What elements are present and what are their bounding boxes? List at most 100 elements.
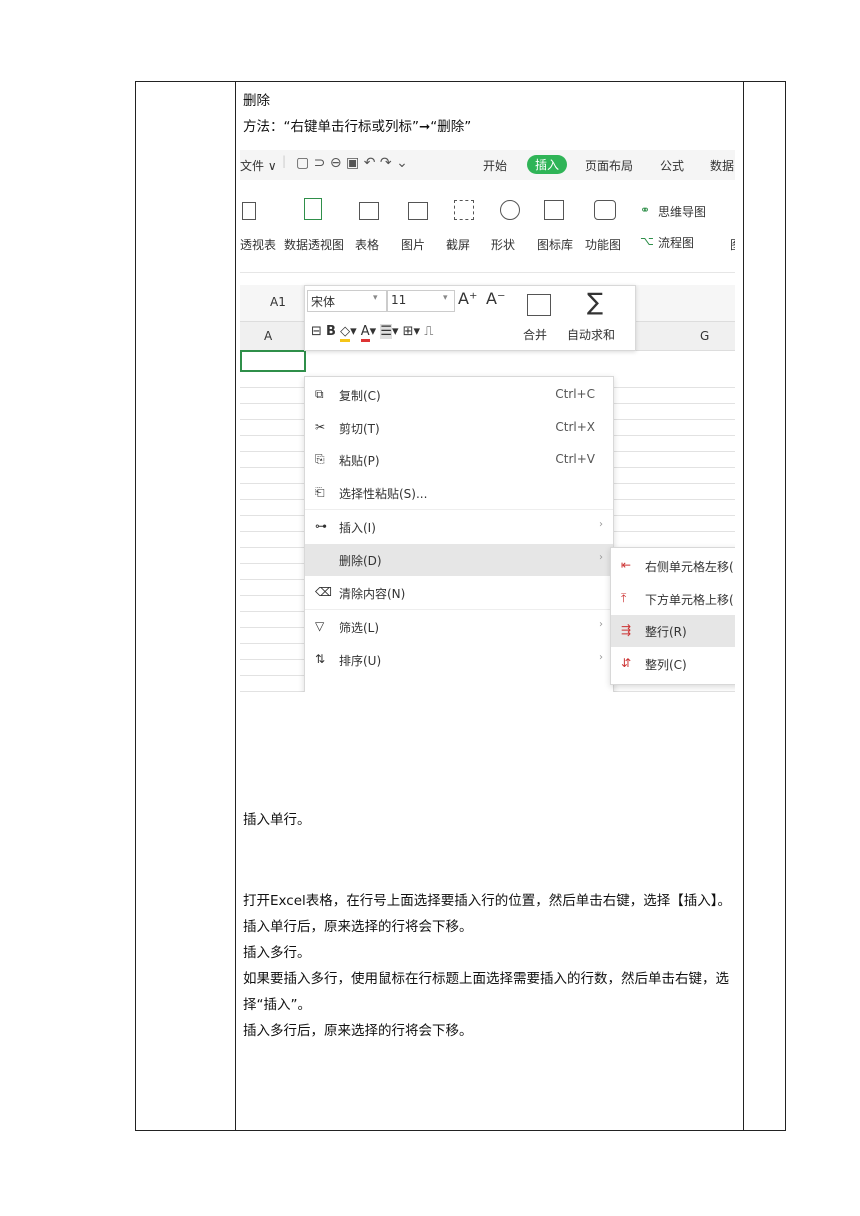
section-heading: 删除 [243, 93, 270, 109]
submenu-item-label: 下方单元格上移( [645, 593, 734, 607]
shapes-icon [500, 200, 520, 220]
btn-picture[interactable]: 图片 [401, 236, 425, 253]
column-a-header[interactable]: A [264, 329, 272, 343]
menu-item-delete[interactable]: 删除(D) › [305, 544, 613, 576]
paragraph-after-insert-multiple: 插入多行后，原来选择的行将会下移。 [243, 1023, 473, 1039]
submenu-arrow-icon: › [599, 519, 603, 530]
btn-pivot-table[interactable]: 透视表 [240, 236, 276, 253]
autosum-icon: ∑ [587, 288, 604, 316]
context-menu: ⧉ 复制(C) Ctrl+C ✂ 剪切(T) Ctrl+X ⎘ 粘贴(P) Ct… [304, 376, 614, 692]
format-buttons-row[interactable]: ⊟ B ◇▾ A▾ ☰▾ ⊞▾ ⎍ [311, 324, 433, 342]
body-text-2: 打开Excel表格，在行号上面选择要插入行的位置，然后单击右键，选择【插入】。 … [243, 888, 738, 1044]
menu-item-shortcut: Ctrl+X [555, 420, 595, 434]
btn-shapes[interactable]: 形状 [491, 236, 515, 253]
menu-item-label: 删除(D) [339, 554, 382, 568]
mindmap-icon: ⚭ [640, 203, 651, 217]
table-column-divider-1 [235, 82, 236, 1130]
top-text: 删除 方法：“右键单击行标或列标”➞“删除” [243, 88, 738, 140]
btn-extra-cut[interactable]: 图 [730, 236, 735, 253]
menu-item-label: 插入(I) [339, 521, 376, 535]
picture-icon [408, 202, 428, 220]
copy-icon: ⧉ [315, 387, 324, 401]
sort-icon: ⇅ [315, 652, 326, 666]
btn-function-chart[interactable]: 功能图 [585, 236, 621, 253]
paragraph-insert-multiple-rows: 插入多行。 [243, 945, 311, 961]
menu-item-label: 剪切(T) [339, 422, 380, 436]
paragraph-insert-single-row: 插入单行。 [243, 812, 311, 828]
font-name: 宋体 [311, 295, 336, 309]
ribbon-body [240, 182, 735, 273]
shift-up-icon: ⤒ [621, 591, 627, 605]
autosum-button[interactable]: 自动求和 [567, 326, 615, 343]
column-g-header[interactable]: G [700, 329, 709, 343]
paragraph-after-insert-single: 插入单行后，原来选择的行将会下移。 [243, 919, 473, 935]
menu-item-label: 复制(C) [339, 389, 381, 403]
btn-icon-library[interactable]: 图标库 [537, 236, 573, 253]
tab-data[interactable]: 数据 [710, 157, 734, 174]
excel-screenshot: 文件 ∨ | ▢ ⊃ ⊖ ▣ ↶ ↷ ⌄ 开始 插入 页面布局 公式 数据 透视… [240, 150, 735, 692]
menu-item-filter[interactable]: ▽ 筛选(L) › [305, 611, 613, 643]
menu-item-shortcut: Ctrl+C [555, 387, 595, 401]
menu-item-label: 粘贴(P) [339, 454, 380, 468]
submenu-arrow-icon: › [599, 652, 603, 663]
shift-left-icon: ⇤ [621, 558, 632, 572]
btn-mindmap[interactable]: 思维导图 [658, 203, 706, 220]
menu-item-insert[interactable]: ⊶ 插入(I) › [305, 511, 613, 543]
btn-flowchart[interactable]: 流程图 [658, 234, 694, 251]
btn-pivot-chart[interactable]: 数据透视图 [284, 236, 344, 253]
menu-item-paste-special[interactable]: ⎗ 选择性粘贴(S)... [305, 477, 613, 509]
submenu-item-entire-row[interactable]: ⇶ 整行(R) [611, 615, 735, 647]
selected-cell[interactable] [240, 350, 306, 372]
font-size: 11 [391, 293, 407, 307]
submenu-item-shift-up[interactable]: ⤒ 下方单元格上移( [611, 583, 735, 615]
table-icon [359, 202, 379, 220]
menu-item-paste[interactable]: ⎘ 粘贴(P) Ctrl+V [305, 444, 613, 476]
paste-special-icon: ⎗ [315, 485, 325, 499]
menu-item-sort[interactable]: ⇅ 排序(U) › [305, 644, 613, 676]
cell-reference[interactable]: A1 [270, 295, 286, 309]
cut-icon: ✂ [315, 420, 326, 434]
table-column-divider-2 [743, 82, 744, 1130]
menu-item-clear[interactable]: ⌫ 清除内容(N) [305, 577, 613, 609]
tab-page-layout[interactable]: 页面布局 [585, 157, 633, 174]
entire-row-icon: ⇶ [621, 623, 632, 637]
menu-item-label: 筛选(L) [339, 621, 380, 635]
menu-item-cut[interactable]: ✂ 剪切(T) Ctrl+X [305, 412, 613, 444]
menu-item-shortcut: Ctrl+V [555, 452, 595, 466]
pivot-chart-icon [304, 198, 322, 220]
icon-library-icon [544, 200, 564, 220]
tab-insert[interactable]: 插入 [527, 155, 568, 174]
menu-item-copy[interactable]: ⧉ 复制(C) Ctrl+C [305, 379, 613, 411]
merge-button[interactable]: 合并 [523, 326, 547, 343]
insert-icon: ⊶ [315, 519, 327, 533]
shrink-font-button[interactable]: A⁻ [486, 289, 505, 308]
merge-icon [527, 294, 551, 316]
submenu-arrow-icon: › [599, 619, 603, 630]
menu-divider [305, 509, 613, 510]
btn-screenshot[interactable]: 截屏 [446, 236, 470, 253]
submenu-item-label: 右侧单元格左移( [645, 560, 734, 574]
quick-access-icons[interactable]: ▢ ⊃ ⊖ ▣ ↶ ↷ ⌄ [296, 155, 408, 171]
size-dropdown-icon: ▾ [443, 293, 448, 303]
tab-formulas[interactable]: 公式 [660, 157, 684, 174]
btn-table[interactable]: 表格 [355, 236, 379, 253]
submenu-item-entire-column[interactable]: ⇵ 整列(C) [611, 648, 735, 680]
menu-divider [305, 609, 613, 610]
tab-file[interactable]: 文件 ∨ [240, 157, 277, 174]
grow-font-button[interactable]: A⁺ [458, 289, 477, 308]
menu-item-label: 清除内容(N) [339, 587, 406, 601]
submenu-item-label: 整行(R) [645, 625, 687, 639]
paragraph-how-insert-multiple: 如果要插入多行，使用鼠标在行标题上面选择需要插入的行数，然后单击右键，选择“插入… [243, 971, 729, 1013]
entire-column-icon: ⇵ [621, 656, 632, 670]
submenu-item-shift-left[interactable]: ⇤ 右侧单元格左移( [611, 550, 735, 582]
menu-item-label: 排序(U) [339, 654, 382, 668]
clear-icon: ⌫ [315, 585, 332, 599]
menu-item-label: 选择性粘贴(S)... [339, 487, 428, 501]
paste-icon: ⎘ [315, 452, 325, 466]
submenu-arrow-icon: › [599, 552, 603, 563]
tab-separator: | [282, 154, 287, 168]
format-toolbar: 宋体 ▾ 11 ▾ A⁺ A⁻ ⊟ B ◇▾ A▾ ☰▾ ⊞▾ ⎍ 合并 ∑ 自… [304, 285, 636, 351]
delete-submenu: ⇤ 右侧单元格左移( ⤒ 下方单元格上移( ⇶ 整行(R) ⇵ 整列(C) [610, 547, 735, 685]
tab-home[interactable]: 开始 [483, 157, 507, 174]
method-line: 方法：“右键单击行标或列标”➞“删除” [243, 119, 472, 135]
